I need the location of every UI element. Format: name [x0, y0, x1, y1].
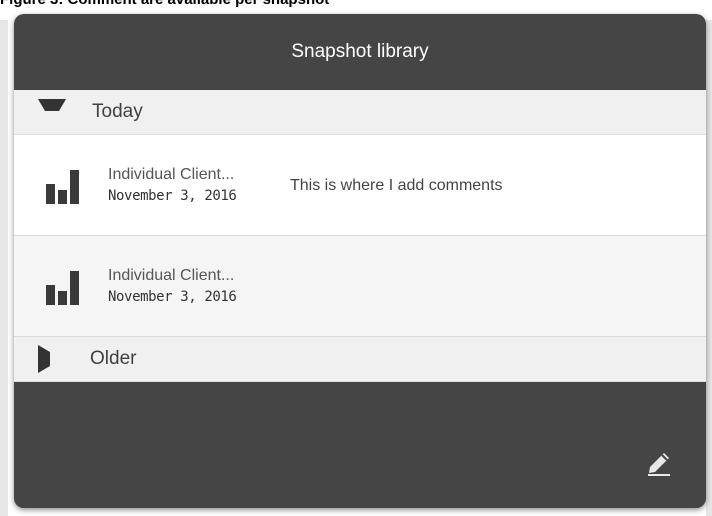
- triangle-down-icon[interactable]: [38, 99, 66, 125]
- group-older[interactable]: Older: [14, 337, 706, 382]
- snapshot-item[interactable]: Individual Client... November 3, 2016: [14, 236, 706, 337]
- snapshot-meta: Individual Client... November 3, 2016: [108, 267, 290, 305]
- snapshot-name: Individual Client...: [108, 166, 235, 183]
- snapshot-meta: Individual Client... November 3, 2016: [108, 166, 290, 204]
- snapshot-item[interactable]: Individual Client... November 3, 2016 Th…: [14, 135, 706, 236]
- bar-chart-icon: [46, 267, 86, 305]
- bar-chart-icon: [46, 166, 86, 204]
- group-older-label: Older: [90, 348, 137, 369]
- bar-chart-icon-bar: [58, 190, 67, 204]
- bar-chart-icon-bar: [58, 291, 67, 305]
- pencil-icon: [648, 453, 670, 476]
- snapshot-library-dialog: Snapshot library Today Individual Client…: [14, 14, 706, 508]
- dialog-title: Snapshot library: [291, 41, 429, 62]
- group-today-label: Today: [92, 101, 143, 122]
- bar-chart-icon-bar: [70, 170, 79, 204]
- snapshot-date: November 3, 2016: [108, 289, 237, 305]
- background-panel-right: [706, 20, 712, 516]
- snapshot-name: Individual Client...: [108, 267, 235, 284]
- edit-button[interactable]: [646, 450, 672, 476]
- bar-chart-icon-bar: [70, 271, 79, 305]
- background-panel-left: [0, 20, 8, 516]
- triangle-right-icon[interactable]: [38, 345, 64, 373]
- group-today[interactable]: Today: [14, 90, 706, 135]
- figure-caption: Figure 3: Comment are available per snap…: [0, 0, 712, 9]
- snapshot-comment: This is where I add comments: [290, 176, 503, 194]
- bar-chart-icon-bar: [46, 285, 55, 305]
- dialog-header: Snapshot library: [14, 14, 706, 90]
- bar-chart-icon-bar: [46, 184, 55, 204]
- snapshot-date: November 3, 2016: [108, 188, 237, 204]
- dialog-footer: [14, 410, 706, 508]
